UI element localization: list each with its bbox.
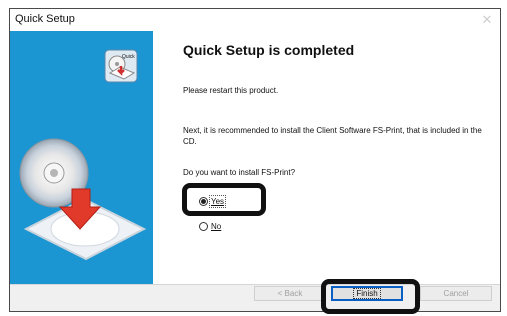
quick-badge-label: Quick [122, 54, 135, 60]
close-icon[interactable]: ✕ [476, 10, 498, 30]
window-title: Quick Setup [15, 13, 75, 25]
restart-message: Please restart this product. [183, 86, 279, 95]
radio-button-no[interactable] [199, 222, 208, 231]
title-bar: Quick Setup ✕ [10, 9, 500, 31]
yes-option-highlight [182, 183, 266, 216]
page-title: Quick Setup is completed [183, 42, 355, 58]
finish-button-highlight [321, 279, 420, 314]
side-banner: Quick [10, 31, 153, 284]
quick-setup-dialog: Quick Setup ✕ Quick Quick Setup is compl… [9, 8, 501, 312]
cancel-button[interactable]: Cancel [420, 286, 492, 301]
radio-option-no[interactable]: No [199, 222, 221, 231]
back-button[interactable]: < Back [254, 286, 326, 301]
recommendation-message: Next, it is recommended to install the C… [183, 126, 482, 146]
install-question: Do you want to install FS-Print? [183, 168, 296, 177]
cd-install-icon [19, 138, 147, 261]
quick-setup-badge-icon: Quick [104, 49, 138, 83]
radio-label-no[interactable]: No [211, 222, 221, 231]
